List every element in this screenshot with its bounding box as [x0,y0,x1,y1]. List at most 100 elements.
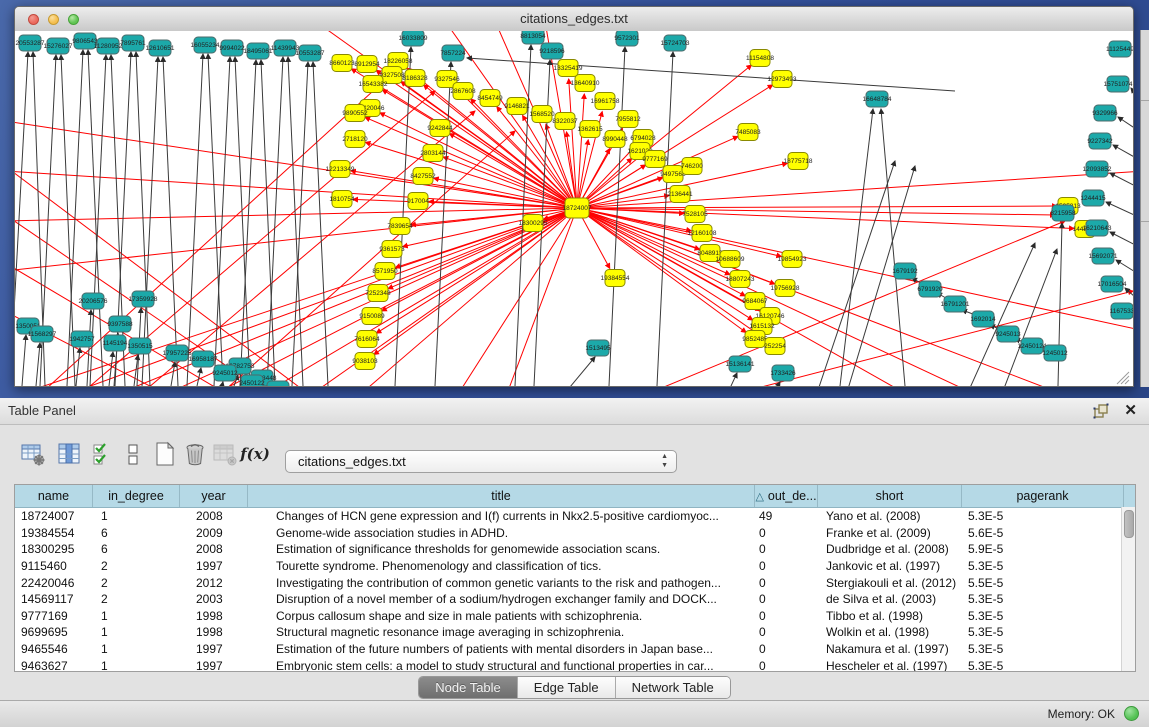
graph-node[interactable]: 15136141 [726,356,755,372]
graph-node[interactable]: 18775718 [784,153,813,170]
graph-node[interactable]: 2450122 [239,375,265,386]
table-vertical-scrollbar[interactable] [1121,507,1135,671]
graph-node[interactable]: 1568520 [529,106,555,123]
network-window-titlebar[interactable]: citations_edges.txt [15,7,1133,32]
table-row[interactable]: 1456911722003Disruption of a novel membe… [15,591,1135,608]
graph-node[interactable]: 1145194 [103,335,128,351]
graph-node[interactable]: 2136441 [667,186,693,203]
table-selector-dropdown[interactable]: citations_edges.txt ▲▼ [285,450,677,473]
graph-node[interactable]: 16958187 [189,351,218,367]
delete-table-icon-disabled[interactable] [210,438,240,470]
graph-node[interactable]: 8454749 [477,90,503,107]
graph-node[interactable]: 20553287 [16,35,45,51]
graph-node[interactable]: 6791920 [917,281,943,297]
column-header-year[interactable]: year [180,485,248,507]
graph-node[interactable]: 18724007 [563,198,592,218]
tab-edge-table[interactable]: Edge Table [518,677,616,698]
unselect-all-icon[interactable] [118,438,148,470]
graph-node[interactable]: 15751074 [1104,76,1133,92]
graph-node[interactable]: 8186328 [402,70,428,87]
table-row[interactable]: 911546021997Tourette syndrome. Phenomeno… [15,558,1135,575]
graph-node[interactable]: 9227342 [1087,133,1113,149]
graph-node[interactable]: 16791201 [941,296,970,312]
graph-node[interactable]: 1513495 [585,340,611,356]
graph-node[interactable]: 1692014 [970,311,996,327]
table-row[interactable]: 2242004622012Investigating the contribut… [15,574,1135,591]
table-row[interactable]: 977716911998Corpus callosum shape and si… [15,608,1135,625]
graph-node[interactable]: 9684067 [742,293,768,310]
graph-node[interactable]: 12093852 [1083,161,1112,177]
graph-node[interactable]: 17359928 [129,291,158,307]
graph-node[interactable]: 10688609 [716,251,745,268]
graph-node[interactable]: 16055234 [191,37,220,53]
graph-node[interactable]: 9329966 [1092,105,1118,121]
graph-node[interactable]: 9245013 [995,326,1021,342]
graph-node[interactable]: 1362615 [577,121,603,138]
tab-node-table[interactable]: Node Table [419,677,518,698]
graph-node[interactable]: 9890552 [342,105,368,122]
graph-node[interactable]: 9146821 [504,98,530,115]
graph-node[interactable]: 16210643 [1083,220,1112,236]
table-row[interactable]: 1938455462009Genome-wide association stu… [15,525,1135,542]
graph-node[interactable]: 8813054 [520,31,546,44]
close-panel-icon[interactable]: ✕ [1124,401,1137,419]
graph-node[interactable]: 2867608 [450,83,476,100]
graph-node[interactable]: 9361573 [379,241,405,258]
graph-node[interactable]: 12160108 [688,225,717,242]
graph-node[interactable]: 19384554 [601,270,630,287]
graph-node[interactable]: 11125449 [1106,41,1133,57]
graph-node[interactable]: 11154808 [746,50,774,67]
graph-node[interactable]: 13640910 [571,75,600,92]
graph-node[interactable]: 9994022 [219,40,245,56]
graph-node[interactable]: 746200 [681,158,703,175]
graph-node[interactable]: 18807243 [726,271,755,288]
graph-node[interactable]: 9242844 [427,120,453,137]
graph-node[interactable]: 8427552 [410,168,436,185]
graph-node[interactable]: 17016504 [1098,276,1127,292]
graph-node[interactable]: 13325419 [554,60,583,77]
network-canvas[interactable]: 8660123891295418226058932750881863289327… [15,31,1133,386]
graph-node[interactable]: 20206576 [79,293,108,309]
graph-node[interactable]: 1245012 [1042,345,1068,361]
graph-node[interactable]: 9038103 [352,353,378,370]
graph-node[interactable]: 1167533 [1110,303,1133,319]
float-panel-icon[interactable] [1093,403,1109,419]
graph-node[interactable]: 9777169 [642,151,668,168]
graph-node[interactable]: 7955812 [615,111,641,128]
graph-node[interactable]: 15692071 [1089,248,1118,264]
table-row[interactable]: 1830029562008Estimation of significance … [15,541,1135,558]
delete-icon[interactable] [180,438,210,470]
graph-node[interactable]: 8660123 [329,55,355,72]
graph-node[interactable]: 7895761 [120,35,146,51]
graph-node[interactable]: 8571950 [372,263,398,280]
graph-node[interactable]: 15276027 [44,38,73,54]
new-file-icon[interactable] [150,438,180,470]
table-settings-icon[interactable] [18,438,48,470]
column-select-icon[interactable] [54,438,84,470]
graph-node[interactable]: 7839654 [387,218,413,235]
graph-node[interactable]: 10553287 [296,45,325,61]
column-header-short[interactable]: short [818,485,962,507]
graph-node[interactable]: 1350515 [127,338,153,354]
function-builder-icon[interactable]: f(x) [240,438,270,470]
graph-node[interactable]: 16961758 [591,93,620,110]
graph-node[interactable]: 8322037 [552,113,578,130]
table-row[interactable]: 946554611997Estimation of the future num… [15,641,1135,658]
graph-node[interactable]: 12973493 [768,71,797,88]
graph-node[interactable]: 8215958 [1050,205,1076,221]
graph-node[interactable]: 7485083 [735,124,761,141]
graph-node[interactable]: 9150089 [359,308,385,325]
graph-node[interactable]: 9245012 [212,365,238,381]
graph-node[interactable]: 8990448 [602,131,628,148]
graph-node[interactable]: 2718120 [342,131,368,148]
graph-node[interactable]: 9572301 [614,31,640,46]
graph-node[interactable]: 16648784 [863,91,892,107]
graph-node[interactable]: 8912954 [354,56,380,73]
graph-node[interactable]: 1810754 [329,191,355,208]
table-row[interactable]: 969969511998Structural magnetic resonanc… [15,624,1135,641]
graph-node[interactable]: 7528105 [682,206,708,223]
graph-node[interactable]: 1733426 [770,365,796,381]
scrollbar-thumb[interactable] [1124,510,1134,538]
table-row[interactable]: 946362711997Embryonic stem cells: a mode… [15,657,1135,672]
graph-node[interactable]: 9218596 [539,43,565,59]
